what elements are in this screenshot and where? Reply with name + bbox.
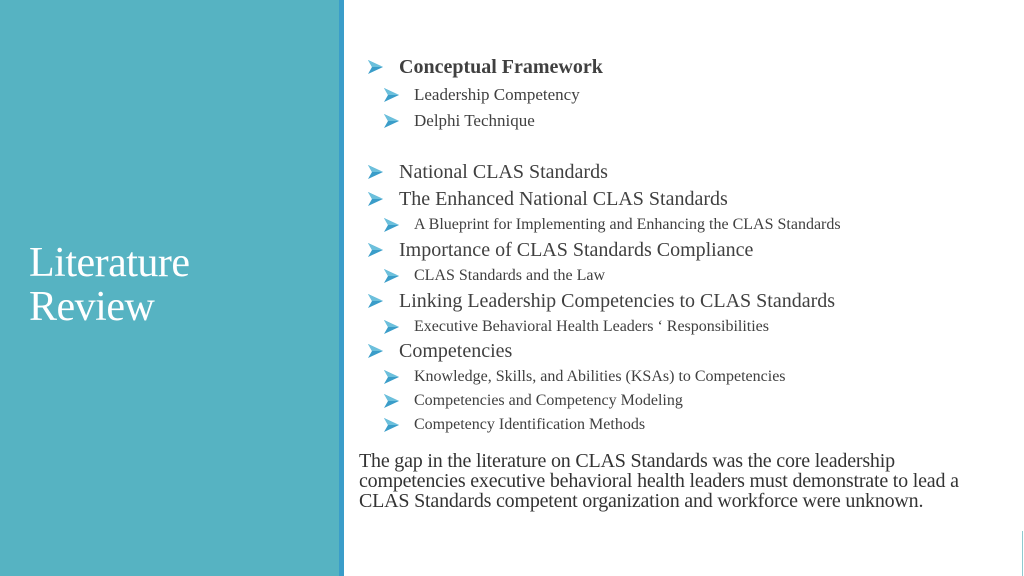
arrowhead-bullet-icon [384,418,399,432]
outline-item: Knowledge, Skills, and Abilities (KSAs) … [384,367,786,387]
arrowhead-bullet-icon [384,269,399,283]
edge-divider [1022,531,1023,576]
outline-item: Executive Behavioral Health Leaders ‘ Re… [384,317,769,337]
arrowhead-bullet-icon [368,243,383,257]
outline-item-text: A Blueprint for Implementing and Enhanci… [414,216,841,233]
outline-item: Linking Leadership Competencies to CLAS … [368,289,836,313]
outline-item: Competencies [368,339,513,363]
outline-item: National CLAS Standards [368,160,608,184]
arrowhead-bullet-icon [368,165,383,179]
outline-item-text: Executive Behavioral Health Leaders ‘ Re… [414,318,769,335]
arrowhead-bullet-icon [368,294,383,308]
outline-item: CLAS Standards and the Law [384,266,606,286]
outline-item: Competency Identification Methods [384,415,646,435]
outline-item-text: Importance of CLAS Standards Compliance [399,239,754,261]
summary-line: The gap in the literature on CLAS Standa… [359,450,895,472]
outline-item-text: Delphi Technique [414,111,535,130]
outline-item-text: Competencies and Competency Modeling [414,392,683,409]
arrowhead-bullet-icon [384,370,399,384]
summary-line: CLAS Standards competent organization an… [359,490,924,512]
arrowhead-bullet-icon [368,344,383,358]
outline-item-text: Competencies [399,340,513,362]
outline-item: Competencies and Competency Modeling [384,391,683,411]
outline-item-text: Competency Identification Methods [414,416,646,433]
outline-item: Conceptual Framework [368,55,603,79]
outline-item-text: Leadership Competency [414,85,580,104]
outline-item: The Enhanced National CLAS Standards [368,187,728,211]
arrowhead-bullet-icon [384,218,399,232]
outline-item: Leadership Competency [384,84,580,106]
arrowhead-bullet-icon [384,394,399,408]
arrowhead-bullet-icon [384,114,399,128]
outline-item: A Blueprint for Implementing and Enhanci… [384,215,841,235]
outline-item-text: Knowledge, Skills, and Abilities (KSAs) … [414,368,786,385]
arrowhead-bullet-icon [384,320,399,334]
summary-line: competencies executive behavioral health… [359,470,959,492]
arrowhead-bullet-icon [368,60,383,74]
outline-item: Delphi Technique [384,110,535,132]
outline-item-text: The Enhanced National CLAS Standards [399,188,728,210]
outline-item-text: Conceptual Framework [399,56,603,78]
arrowhead-bullet-icon [368,192,383,206]
outline-item-text: National CLAS Standards [399,161,608,183]
outline-item-text: Linking Leadership Competencies to CLAS … [399,290,836,312]
outline-item: Importance of CLAS Standards Compliance [368,238,754,262]
summary-paragraph: The gap in the literature on CLAS Standa… [359,451,1024,511]
outline-item-text: CLAS Standards and the Law [414,267,606,284]
arrowhead-bullet-icon [384,88,399,102]
